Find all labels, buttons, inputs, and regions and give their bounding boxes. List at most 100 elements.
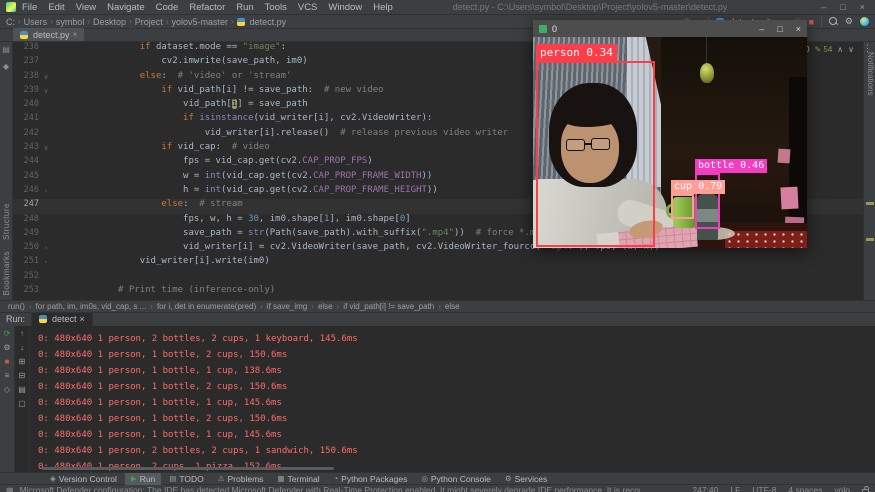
close-button[interactable]: ×: [796, 24, 801, 34]
soft-wrap-icon[interactable]: ≡: [5, 371, 10, 380]
breadcrumb-item[interactable]: detect.py: [250, 17, 287, 27]
tool-button-structure[interactable]: Structure: [2, 203, 11, 240]
minimize-button[interactable]: –: [759, 24, 764, 34]
commit-icon[interactable]: ◆: [3, 62, 9, 71]
editor-breadcrumb-item[interactable]: if vid_path[i] != save_path: [343, 302, 434, 311]
gutter-icon[interactable]: ∨: [39, 142, 53, 156]
code-line-252[interactable]: 252: [13, 271, 863, 285]
menu-view[interactable]: View: [76, 2, 96, 13]
close-tab-icon[interactable]: ×: [80, 314, 85, 324]
prev-problem-icon[interactable]: ∧: [837, 45, 843, 54]
chevron-right-icon: ›: [311, 302, 314, 311]
detection-preview-window[interactable]: 0 – □ ×: [533, 20, 807, 248]
indent-setting[interactable]: 4 spaces: [788, 485, 822, 492]
down-icon[interactable]: ↓: [20, 343, 24, 352]
menu-vcs[interactable]: VCS: [298, 2, 318, 13]
settings-icon[interactable]: ⚙: [3, 343, 10, 352]
breadcrumb-item[interactable]: Desktop: [93, 17, 126, 27]
editor-breadcrumb-item[interactable]: else: [445, 302, 460, 311]
menu-run[interactable]: Run: [236, 2, 253, 13]
person-detection-label: person 0.34: [536, 44, 617, 61]
print-icon[interactable]: ▤: [18, 385, 26, 394]
breadcrumb-item[interactable]: symbol: [56, 17, 85, 27]
detection-window-titlebar[interactable]: 0 – □ ×: [533, 20, 807, 37]
gutter-icon[interactable]: ∨: [39, 71, 53, 85]
up-icon[interactable]: ↑: [20, 329, 24, 338]
code-line-253[interactable]: 253 # Print time (inference-only): [13, 285, 863, 299]
code-text: h = int(vid_cap.get(cv2.CAP_PROP_FRAME_H…: [53, 185, 438, 199]
collapse-all-icon[interactable]: ⊟: [19, 371, 26, 380]
line-ending[interactable]: LF: [730, 485, 740, 492]
editor-breadcrumb-item[interactable]: if save_img: [267, 302, 307, 311]
gutter-icon[interactable]: ▫: [39, 242, 53, 256]
stop-button[interactable]: ■: [808, 17, 813, 27]
maximize-button[interactable]: □: [777, 24, 782, 34]
editor-breadcrumb-item[interactable]: else: [318, 302, 333, 311]
maximize-button[interactable]: □: [840, 2, 845, 12]
menu-edit[interactable]: Edit: [48, 2, 64, 13]
breadcrumb-item[interactable]: yolov5-master: [171, 17, 228, 27]
rerun-icon[interactable]: ⟳: [4, 329, 11, 338]
close-button[interactable]: ×: [860, 2, 865, 12]
editor-breadcrumb-item[interactable]: run(): [8, 302, 25, 311]
menu-refactor[interactable]: Refactor: [189, 2, 225, 13]
next-problem-icon[interactable]: ∨: [848, 45, 854, 54]
gutter-space: [39, 271, 53, 285]
editor-breadcrumb-bar: run() › for path, im, im0s, vid_cap, s ...…: [0, 300, 875, 312]
tool-button-bookmarks[interactable]: Bookmarks: [2, 251, 11, 296]
tool-window-button-terminal[interactable]: ▦Terminal: [271, 473, 325, 485]
tab-detect-py[interactable]: detect.py ×: [13, 28, 84, 41]
menu-help[interactable]: Help: [373, 2, 393, 13]
clear-icon[interactable]: ▢: [18, 399, 26, 408]
menu-tools[interactable]: Tools: [265, 2, 287, 13]
line-number: 247: [13, 199, 39, 213]
expand-all-icon[interactable]: ⊞: [19, 357, 26, 366]
caret-position[interactable]: 247:40: [692, 485, 718, 492]
file-encoding[interactable]: UTF-8: [752, 485, 776, 492]
console-output[interactable]: 0: 480x640 1 person, 2 bottles, 2 cups, …: [30, 326, 875, 472]
status-message[interactable]: Microsoft Defender configuration: The ID…: [20, 485, 640, 492]
search-icon[interactable]: [829, 17, 838, 26]
line-number: 244: [13, 156, 39, 170]
breadcrumb-item[interactable]: C:: [6, 17, 15, 27]
gutter-icon[interactable]: ∨: [39, 85, 53, 99]
editor-breadcrumb-item[interactable]: for i, det in enumerate(pred): [157, 302, 256, 311]
code-line-251[interactable]: 251▫ vid_writer[i].write(im0): [13, 256, 863, 270]
close-tab-icon[interactable]: ×: [73, 30, 78, 39]
tool-window-button-python-console[interactable]: ◎Python Console: [415, 473, 497, 485]
code-text: if vid_cap: # video: [53, 142, 270, 156]
tool-window-button-problems[interactable]: ⚠Problems: [212, 473, 270, 485]
run-tab-detect[interactable]: detect ×: [31, 312, 93, 326]
tool-window-button-python-packages[interactable]: ◔Python Packages: [328, 473, 414, 485]
lock-icon[interactable]: [862, 489, 869, 492]
notifications-tool-button[interactable]: Notifications: [866, 52, 875, 96]
menu-code[interactable]: Code: [156, 2, 179, 13]
tool-window-button-version-control[interactable]: ◈Version Control: [44, 473, 123, 485]
gutter-space: [39, 171, 53, 185]
code-with-me-icon[interactable]: [860, 17, 869, 26]
status-panel-icon[interactable]: ▦: [6, 486, 14, 492]
line-number: 241: [13, 113, 39, 127]
tool-icon: ⚠: [218, 474, 225, 483]
gear-icon[interactable]: ⚙: [845, 16, 853, 27]
code-text: # Print time (inference-only): [53, 285, 275, 299]
gutter-icon[interactable]: ▫: [39, 256, 53, 270]
horizontal-scrollbar[interactable]: [42, 467, 334, 470]
tool-window-button-services[interactable]: ⚙Services: [499, 473, 553, 485]
menu-navigate[interactable]: Navigate: [107, 2, 145, 13]
gutter-icon[interactable]: ▫: [39, 185, 53, 199]
project-icon[interactable]: ▤: [2, 45, 10, 54]
menu-file[interactable]: File: [22, 2, 37, 13]
interpreter-name[interactable]: yolo: [834, 485, 850, 492]
editor-breadcrumb-item[interactable]: for path, im, im0s, vid_cap, s ...: [36, 302, 147, 311]
stop-icon[interactable]: ■: [5, 357, 10, 366]
pin-icon[interactable]: ◇: [4, 385, 10, 394]
tool-window-bar: ◈Version Control▶Run▤TODO⚠Problems▦Termi…: [0, 472, 875, 484]
breadcrumb-item[interactable]: Project: [135, 17, 163, 27]
tool-window-button-run[interactable]: ▶Run: [125, 473, 161, 485]
menu-window[interactable]: Window: [328, 2, 362, 13]
breadcrumb-item[interactable]: Users: [24, 17, 48, 27]
tool-window-button-todo[interactable]: ▤TODO: [163, 473, 210, 485]
minimize-button[interactable]: –: [821, 2, 826, 12]
code-text: if vid_path[i] != save_path: # new video: [53, 85, 384, 99]
